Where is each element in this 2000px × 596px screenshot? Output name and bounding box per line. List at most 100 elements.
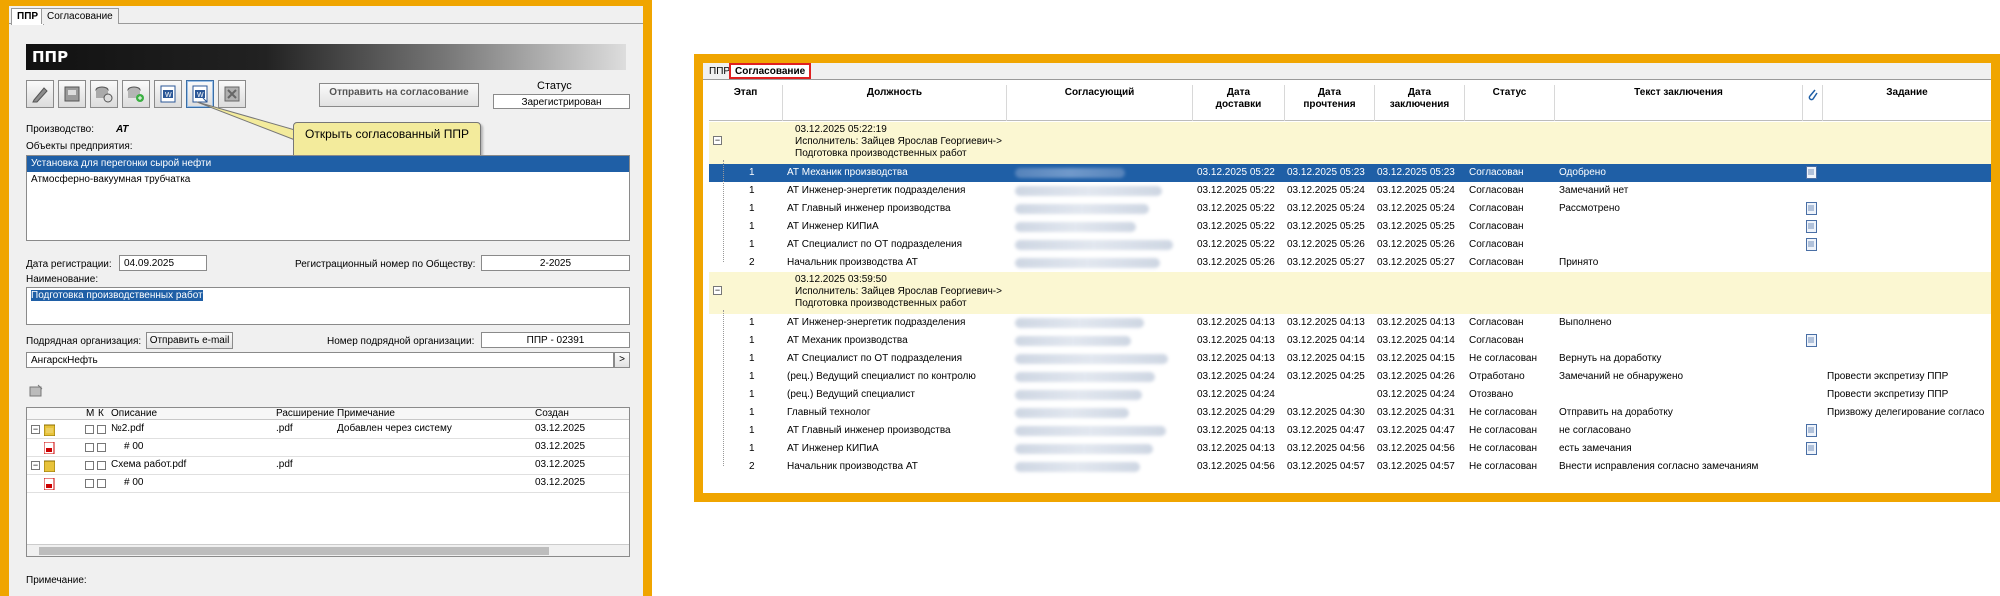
horizontal-scrollbar[interactable] <box>27 544 629 556</box>
table-row[interactable]: − №2.pdf .pdf Добавлен через систему 03.… <box>27 421 629 439</box>
task-cell: Провести экспретизу ППР <box>1827 371 1949 382</box>
table-row[interactable]: 2 Начальник производства АТ 03.12.2025 04:… <box>709 458 1991 476</box>
document-icon[interactable] <box>1806 220 1817 233</box>
table-row[interactable]: 1 АТ Инженер-энергетик подразделения 03.12… <box>709 314 1991 332</box>
attachment-column-header <box>1803 85 1823 121</box>
document-icon[interactable] <box>1806 334 1817 347</box>
document-icon[interactable] <box>1806 166 1817 179</box>
table-row[interactable]: 1 АТ Инженер КИПиА 03.12.2025 04:13 03.12.2… <box>709 440 1991 458</box>
conclusion-text-cell: Замечаний нет <box>1559 185 1629 196</box>
table-row[interactable]: 1 АТ Главный инженер производства 03.12.20… <box>709 200 1991 218</box>
conclusion-text-cell: Рассмотрено <box>1559 203 1620 214</box>
table-row[interactable]: 1 АТ Инженер-энергетик подразделения 03.12… <box>709 182 1991 200</box>
name-label: Наименование: <box>26 274 99 285</box>
position-cell: АТ Механик производства <box>787 335 908 346</box>
table-row[interactable]: 2 Начальник производства АТ 03.12.2025 05:… <box>709 254 1991 272</box>
list-item[interactable]: Атмосферно-вакуумная трубчатка <box>27 172 629 188</box>
delivery-date-cell: 03.12.2025 05:22 <box>1197 185 1275 196</box>
tab-ppr[interactable]: ППР <box>11 8 45 25</box>
position-cell: АТ Инженер-энергетик подразделения <box>787 185 966 196</box>
edit-button[interactable] <box>26 80 54 108</box>
file-created: 03.12.2025 <box>535 423 586 434</box>
table-row[interactable]: # 00 03.12.2025 <box>27 475 629 493</box>
reg-date-field[interactable]: 04.09.2025 <box>119 255 207 271</box>
name-field[interactable]: Подготовка производственных работ <box>26 287 630 325</box>
stage-cell: 1 <box>749 239 755 250</box>
table-row[interactable]: 1 АТ Механик производства 03.12.2025 05:22… <box>709 164 1991 182</box>
checkbox-k[interactable] <box>97 443 106 452</box>
copy-settings-button[interactable] <box>90 80 118 108</box>
contractor-browse-button[interactable]: > <box>614 352 630 368</box>
checkbox-m[interactable] <box>85 443 94 452</box>
approver-redacted <box>1015 258 1160 268</box>
objects-label: Объекты предприятия: <box>26 141 133 152</box>
send-for-approval-button[interactable]: Отправить на согласование <box>319 83 479 107</box>
delivery-date-cell: 03.12.2025 04:13 <box>1197 443 1275 454</box>
table-row[interactable]: 1 АТ Главный инженер производства 03.12.20… <box>709 422 1991 440</box>
file-version: # 00 <box>124 477 144 488</box>
read-date-cell: 03.12.2025 05:26 <box>1287 239 1365 250</box>
conclusion-text-cell: Вернуть на доработку <box>1559 353 1662 364</box>
conclusion-date-cell: 03.12.2025 04:24 <box>1377 389 1455 400</box>
table-row[interactable]: 1 Главный технолог 03.12.2025 04:29 03.12.2… <box>709 404 1991 422</box>
stage-cell: 1 <box>749 443 755 454</box>
send-email-button[interactable]: Отправить e-mail <box>146 332 233 349</box>
file-version: # 00 <box>124 441 144 452</box>
collapse-icon[interactable]: − <box>31 461 40 470</box>
tab-approval[interactable]: Согласование <box>729 63 812 79</box>
contractor-field[interactable]: АнгарскНефть <box>26 352 614 368</box>
checkbox-k[interactable] <box>97 479 106 488</box>
stage-cell: 1 <box>749 353 755 364</box>
list-item[interactable]: Установка для перегонки сырой нефти <box>27 156 629 172</box>
table-row[interactable]: − Схема работ.pdf .pdf 03.12.2025 <box>27 457 629 475</box>
contractor-number-field[interactable]: ППР - 02391 <box>481 332 630 348</box>
conclusion-text-cell: Замечаний не обнаружено <box>1559 371 1684 382</box>
word-doc-button[interactable]: W <box>154 80 182 108</box>
checkbox-k[interactable] <box>97 461 106 470</box>
reg-number-field[interactable]: 2-2025 <box>481 255 630 271</box>
tab-approval[interactable]: Согласование <box>41 8 119 24</box>
ppr-window: ППР Согласование ППР W W Отправить на со… <box>9 6 643 596</box>
checkbox-m[interactable] <box>85 425 94 434</box>
checkbox-m[interactable] <box>85 479 94 488</box>
scrollbar-thumb[interactable] <box>39 547 549 555</box>
checkbox-k[interactable] <box>97 425 106 434</box>
document-icon[interactable] <box>1806 442 1817 455</box>
status-cell: Отработано <box>1469 371 1525 382</box>
status-label: Статус <box>537 80 572 92</box>
position-cell: АТ Механик производства <box>787 167 908 178</box>
contractor-number-label: Номер подрядной организации: <box>327 336 475 347</box>
tree-connector <box>723 160 724 262</box>
conclusion-date-cell: 03.12.2025 05:23 <box>1377 167 1455 178</box>
table-row[interactable]: 1 АТ Специалист по ОТ подразделения 03.12.… <box>709 350 1991 368</box>
table-row[interactable]: 1 АТ Специалист по ОТ подразделения 03.12.… <box>709 236 1991 254</box>
collapse-icon[interactable]: − <box>713 136 722 145</box>
collapse-icon[interactable]: − <box>31 425 40 434</box>
stage-cell: 2 <box>749 257 755 268</box>
collapse-icon[interactable]: − <box>713 286 722 295</box>
document-icon[interactable] <box>1806 202 1817 215</box>
objects-list[interactable]: Установка для перегонки сырой нефти Атмо… <box>26 155 630 241</box>
production-label: Производство: <box>26 124 94 135</box>
table-row[interactable]: 1 (рец.) Ведущий специалист по контролю 03… <box>709 368 1991 386</box>
checkbox-m[interactable] <box>85 461 94 470</box>
read-date-cell: 03.12.2025 05:25 <box>1287 221 1365 232</box>
position-cell: АТ Специалист по ОТ подразделения <box>787 353 962 364</box>
table-row[interactable]: 1 (рец.) Ведущий специалист 03.12.2025 04:… <box>709 386 1991 404</box>
status-cell: Согласован <box>1469 317 1524 328</box>
approval-group-header[interactable]: − 03.12.2025 05:22:19 Исполнитель: Зайцев … <box>709 122 1991 164</box>
attach-file-button[interactable] <box>26 381 46 401</box>
database-add-button[interactable] <box>122 80 150 108</box>
column-header: Задание <box>1886 87 1928 98</box>
position-cell: Главный технолог <box>787 407 871 418</box>
table-row[interactable]: 1 АТ Инженер КИПиА 03.12.2025 05:22 03.12.2… <box>709 218 1991 236</box>
document-icon[interactable] <box>1806 424 1817 437</box>
print-button[interactable] <box>58 80 86 108</box>
table-row[interactable]: 1 АТ Механик производства 03.12.2025 04:13… <box>709 332 1991 350</box>
status-cell: Не согласован <box>1469 425 1538 436</box>
document-icon[interactable] <box>1806 238 1817 251</box>
delivery-date-cell: 03.12.2025 04:13 <box>1197 353 1275 364</box>
position-cell: Начальник производства АТ <box>787 461 918 472</box>
table-row[interactable]: # 00 03.12.2025 <box>27 439 629 457</box>
approval-group-header[interactable]: − 03.12.2025 03:59:50 Исполнитель: Зайцев … <box>709 272 1991 314</box>
